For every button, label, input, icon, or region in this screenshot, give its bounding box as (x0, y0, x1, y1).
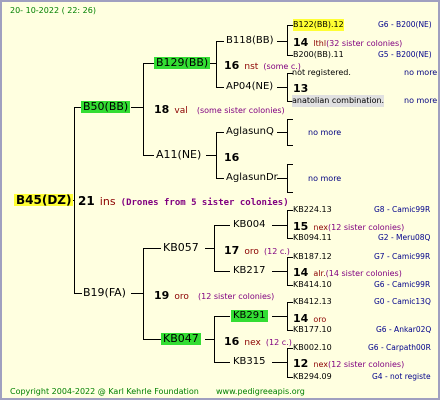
leaf-place: no more (308, 128, 342, 137)
l2-d-num: 16 (224, 335, 240, 348)
leaf-place: G6 - B200(NE) (378, 20, 432, 29)
leaf-place: G6 - Ankar02Q (376, 325, 432, 334)
queen-a11[interactable]: A11(NE) (154, 149, 203, 161)
leaf-name: anatolian combination. (292, 95, 385, 107)
queen-kb291[interactable]: KB291 (231, 310, 268, 322)
queen-aglasundr[interactable]: AglasunDr (224, 172, 280, 184)
queen-b129[interactable]: B129(BB) (154, 57, 211, 69)
queen-kb315[interactable]: KB315 (231, 356, 268, 368)
leaf-place: G7 - Camic99R (374, 252, 431, 261)
pedigree-page: { "date": "20- 10-2022 ( 22: 26)", "foot… (0, 0, 440, 400)
leaf-place: G5 - B200(NE) (378, 50, 432, 59)
leaf-name[interactable]: KB412.13 (293, 296, 332, 308)
leaf-name: not registered. (292, 68, 351, 77)
l2-d-info: 16 nex (12 c.) (224, 334, 292, 349)
queen-kb217[interactable]: KB217 (231, 265, 268, 277)
l1-top-info: 18 val (some sister colonies) (154, 102, 285, 117)
queen-aglasunq[interactable]: AglasunQ (224, 126, 276, 138)
l2-c-info: 17 oro (12 c.) (224, 243, 290, 258)
l3-0-num: 14 (293, 36, 309, 49)
l1-bot-info: 19 oro (12 sister colonies) (154, 288, 274, 303)
l3-0-sisters: (32 sister colonies) (326, 39, 403, 48)
l1-bot-sisters: (12 sister colonies) (198, 292, 275, 301)
leaf-place: no more (308, 174, 342, 183)
queen-b19[interactable]: B19(FA) (81, 287, 128, 299)
leaf-place: G6 - Carpath00R (368, 343, 431, 352)
leaf-place: no more (404, 96, 438, 105)
queen-kb004[interactable]: KB004 (231, 219, 268, 231)
copyright: Copyright 2004-2022 @ Karl Kehrle Founda… (10, 387, 199, 396)
generated-date: 20- 10-2022 ( 22: 26) (10, 6, 96, 15)
leaf-place: G6 - Camic99R (374, 280, 431, 289)
leaf-name[interactable]: KB224.13 (293, 204, 332, 216)
queen-ap04[interactable]: AP04(NE) (224, 81, 275, 93)
queen-kb057[interactable]: KB057 (161, 242, 201, 254)
leaf-place: G4 - not registe (372, 372, 431, 381)
l1-top-num: 18 (154, 103, 170, 116)
l3-6-colony: oro (313, 315, 327, 324)
leaf-name[interactable]: KB187.12 (293, 251, 332, 263)
root-queen[interactable]: B45(DZ) (14, 194, 74, 206)
root-drones: (Drones from 5 sister colonies) (120, 198, 289, 208)
l1-bot-num: 19 (154, 289, 170, 302)
l2-b-num: 16 (224, 151, 240, 164)
leaf-place: G2 - Meru08Q (378, 233, 431, 242)
l2-a-info: 16 nst (some c.) (224, 58, 301, 73)
l3-4-colony: nex (313, 223, 328, 232)
l2-c-colony: oro (244, 247, 259, 257)
leaf-name[interactable]: KB294.09 (293, 371, 332, 383)
l3-5-num: 14 (293, 266, 309, 279)
leaf-name[interactable]: KB002.10 (293, 342, 332, 354)
l3-5-colony: alr. (313, 269, 326, 278)
l2-a-colony: nst (244, 62, 259, 72)
l2-d-colony: nex (244, 338, 261, 348)
queen-kb047[interactable]: KB047 (161, 333, 201, 345)
leaf-name[interactable]: KB177.10 (293, 324, 332, 336)
l3-0-colony: lthl (313, 39, 327, 48)
l3-1-num: 13 (293, 82, 309, 95)
leaf-name[interactable]: B200(BB).11 (293, 49, 344, 61)
l1-bot-colony: oro (174, 292, 189, 302)
l3-7-sisters: (12 sister colonies) (328, 360, 405, 369)
l3-7-colony: nex (313, 360, 328, 369)
queen-b118[interactable]: B118(BB) (224, 35, 275, 47)
leaf-name[interactable]: KB094.11 (293, 232, 332, 244)
l3-5-info: 14 alr.(14 sister colonies) (293, 265, 402, 280)
l2-b-info: 16 (224, 150, 239, 164)
l3-7-num: 12 (293, 357, 309, 370)
site-url[interactable]: www.pedigreeapis.org (216, 386, 305, 398)
root-num: 21 (78, 194, 95, 208)
l2-d-sisters: (12 c.) (265, 338, 292, 347)
l3-5-sisters: (14 sister colonies) (325, 269, 402, 278)
leaf-name[interactable]: B122(BB).12 (293, 19, 344, 31)
l3-7-info: 12 nex(12 sister colonies) (293, 356, 404, 371)
l2-a-num: 16 (224, 59, 240, 72)
l1-top-sisters: (some sister colonies) (196, 106, 285, 115)
leaf-place: G8 - Camic99R (374, 205, 431, 214)
l3-1-info: 13 (293, 81, 308, 95)
leaf-place: no more (404, 68, 438, 77)
l3-0-info: 14 lthl(32 sister colonies) (293, 35, 402, 50)
l3-4-sisters: (12 sister colonies) (328, 223, 405, 232)
l2-c-num: 17 (224, 244, 240, 257)
root-colony: ins (99, 195, 116, 208)
root-info: 21 ins (Drones from 5 sister colonies) (78, 194, 289, 209)
l2-c-sisters: (12 c.) (264, 247, 290, 256)
leaf-name[interactable]: KB414.10 (293, 279, 332, 291)
l1-top-colony: val (174, 106, 188, 116)
queen-b50[interactable]: B50(BB) (81, 101, 131, 113)
leaf-place: G0 - Camic13Q (374, 297, 431, 306)
